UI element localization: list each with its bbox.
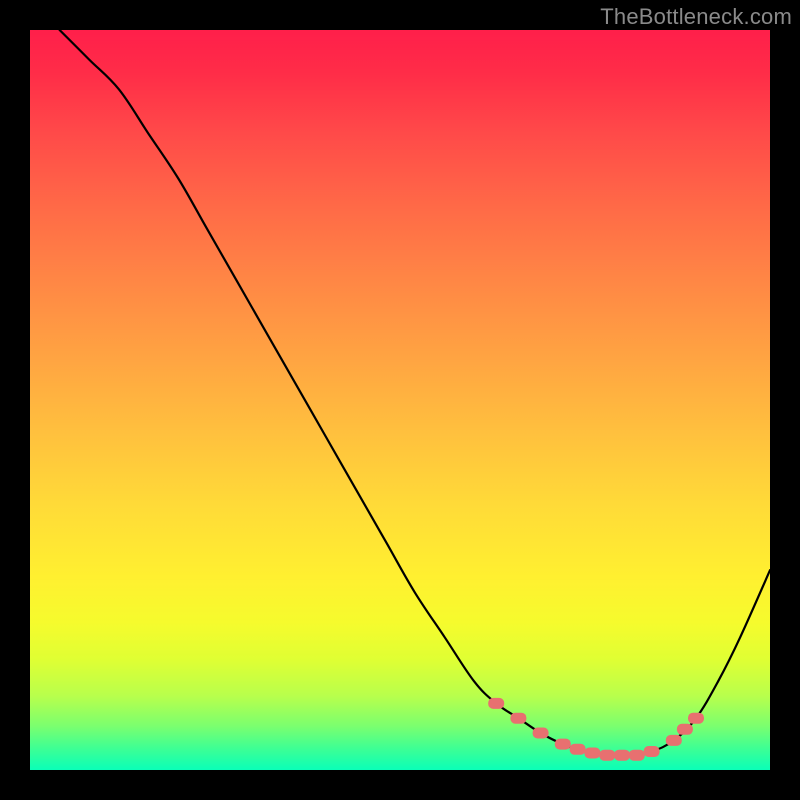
- highlight-dot: [614, 750, 630, 761]
- watermark-text: TheBottleneck.com: [600, 4, 792, 30]
- highlight-dot: [488, 698, 504, 709]
- highlight-markers: [488, 698, 704, 761]
- highlight-dot: [533, 728, 549, 739]
- highlight-dot: [666, 735, 682, 746]
- bottleneck-curve: [60, 30, 770, 756]
- highlight-dot: [629, 750, 645, 761]
- highlight-dot: [599, 750, 615, 761]
- curve-path-group: [60, 30, 770, 756]
- highlight-dot: [570, 744, 586, 755]
- curve-svg: [30, 30, 770, 770]
- highlight-dot: [555, 739, 571, 750]
- outer-frame: TheBottleneck.com: [0, 0, 800, 800]
- highlight-dot: [644, 746, 660, 757]
- highlight-dot: [510, 713, 526, 724]
- highlight-dot: [584, 748, 600, 759]
- highlight-dot: [688, 713, 704, 724]
- highlight-dot: [677, 724, 693, 735]
- plot-area: [30, 30, 770, 770]
